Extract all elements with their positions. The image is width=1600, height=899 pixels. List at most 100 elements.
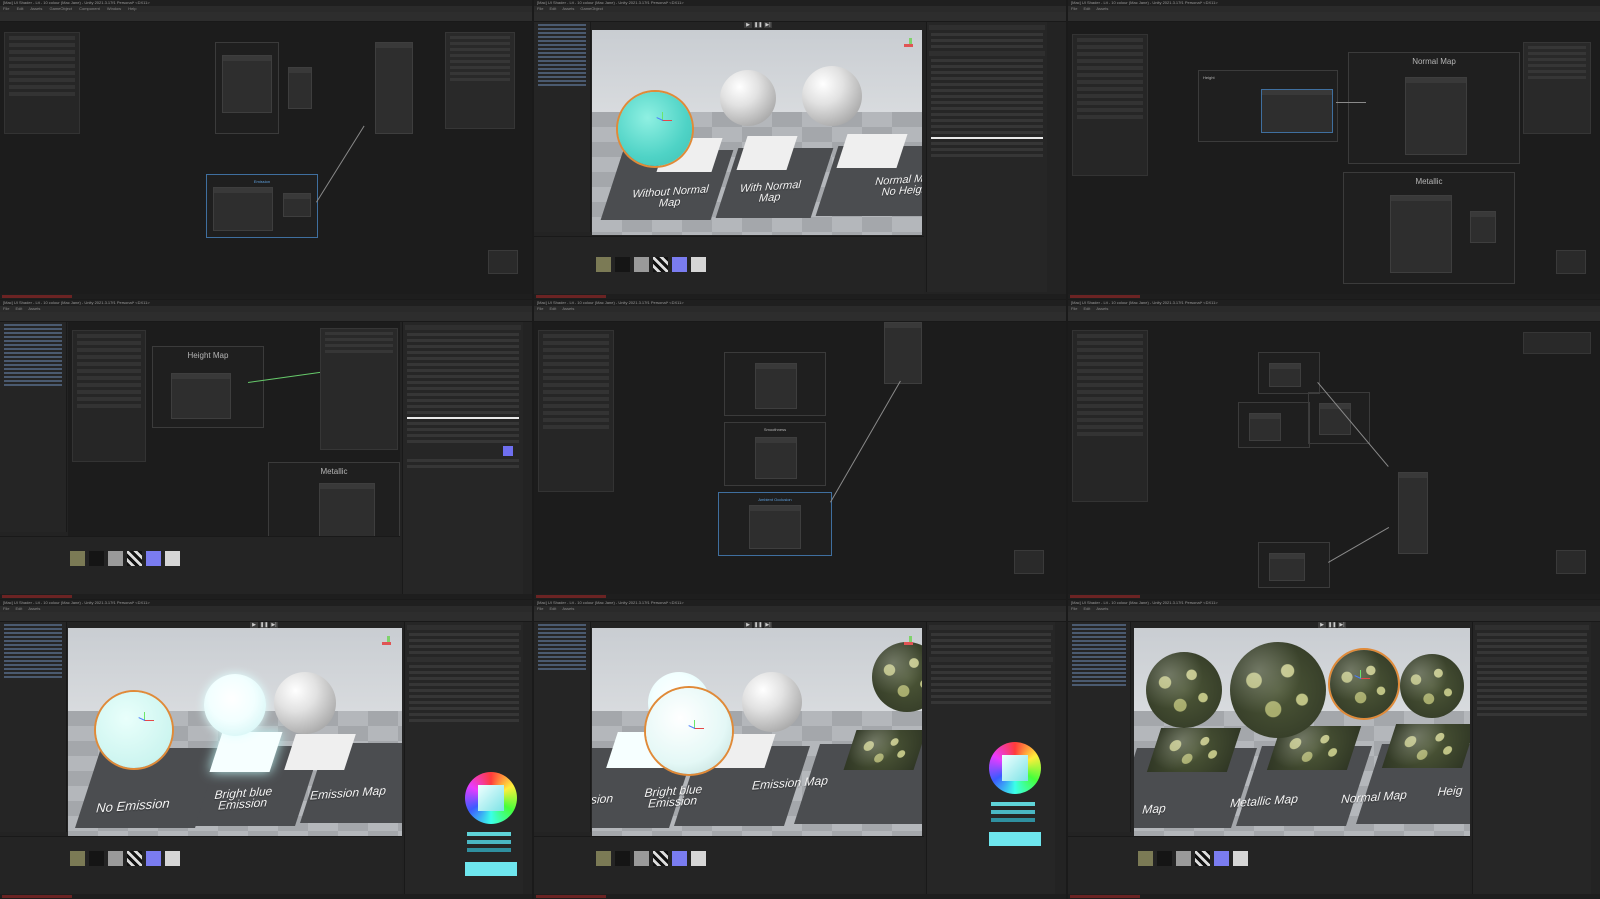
menu-gameobject[interactable]: GameObject (50, 6, 72, 11)
menu-edit[interactable]: Edit (17, 6, 24, 11)
shader-graph-canvas[interactable]: Height Map Metallic (68, 322, 400, 544)
project-panel[interactable] (534, 236, 924, 295)
graph-inspector[interactable] (320, 328, 398, 450)
scene-view[interactable]: sion Bright blue Emission Emission Map (592, 628, 922, 836)
scene-orientation-gizmo[interactable] (904, 636, 918, 650)
master-stack-node[interactable] (375, 42, 413, 134)
metallic-multiply-node[interactable] (1470, 211, 1496, 243)
sphere-camo-metallic[interactable] (1230, 642, 1326, 738)
color-slider[interactable] (467, 840, 511, 844)
graph-node[interactable] (1319, 403, 1351, 435)
gizmo-icon[interactable] (688, 720, 704, 734)
graph-group-height-map[interactable]: Height Map (152, 346, 264, 428)
normal-map-sample-node[interactable] (1405, 77, 1467, 155)
inspector-panel[interactable] (1472, 622, 1591, 894)
color-slider[interactable] (991, 802, 1035, 806)
color-slider[interactable] (991, 818, 1035, 822)
menu-assets[interactable]: Assets (30, 6, 42, 11)
texture-thumb[interactable] (634, 257, 649, 272)
shader-graph-canvas[interactable] (1068, 322, 1600, 594)
graph-group[interactable] (1238, 402, 1310, 448)
gizmo-icon[interactable] (138, 712, 154, 726)
hierarchy-panel[interactable] (0, 622, 67, 832)
graph-group-smoothness[interactable]: Smoothness (724, 422, 826, 486)
step-icon[interactable]: ▶| (764, 22, 772, 28)
color-wheel-icon[interactable] (989, 742, 1041, 794)
color-swatches[interactable] (989, 832, 1041, 846)
sphere-camo[interactable] (1146, 652, 1222, 728)
texture-thumb[interactable] (70, 851, 85, 866)
color-slider[interactable] (991, 810, 1035, 814)
color-slider[interactable] (467, 832, 511, 836)
hierarchy-panel[interactable] (534, 22, 591, 232)
texture-thumb[interactable] (108, 551, 123, 566)
texture-thumb[interactable] (1138, 851, 1153, 866)
scene-view[interactable]: Map Metallic Map Normal Map Heig (1134, 628, 1470, 836)
texture-thumb[interactable] (672, 257, 687, 272)
master-stack-node[interactable] (884, 322, 922, 384)
color-slider[interactable] (467, 848, 511, 852)
texture-thumb[interactable] (634, 851, 649, 866)
blackboard-panel[interactable] (538, 330, 614, 492)
texture-thumb[interactable] (165, 851, 180, 866)
graph-group-height[interactable]: Height (1198, 70, 1338, 142)
height-map-node[interactable] (171, 373, 231, 419)
texture-thumb[interactable] (108, 851, 123, 866)
texture-thumb[interactable] (615, 257, 630, 272)
shader-graph-canvas[interactable]: Smoothness Ambient Occlusion (534, 322, 1066, 594)
inspector-panel[interactable] (926, 22, 1047, 292)
texture-thumb[interactable] (127, 551, 142, 566)
texture-thumb[interactable] (1214, 851, 1229, 866)
texture-thumb[interactable] (165, 551, 180, 566)
sample-texture-node[interactable] (222, 55, 272, 113)
sphere-normal-height[interactable] (802, 66, 862, 126)
inspector-panel[interactable] (402, 322, 523, 594)
scene-view[interactable]: Without Normal Map With Normal Map Norma… (592, 30, 922, 235)
inspector-panel[interactable] (404, 622, 523, 894)
metallic-sample-node[interactable] (1390, 195, 1452, 273)
texture-thumb[interactable] (127, 851, 142, 866)
blackboard-panel[interactable] (1072, 34, 1148, 176)
menu-file[interactable]: File (3, 6, 9, 11)
shader-graph-canvas[interactable]: Emission (0, 22, 532, 294)
graph-group-ambient-occlusion-selected[interactable]: Ambient Occlusion (718, 492, 832, 556)
graph-node[interactable] (1269, 553, 1305, 581)
emission-texture-node[interactable] (213, 187, 273, 231)
project-panel[interactable] (534, 836, 924, 895)
texture-thumb[interactable] (1157, 851, 1172, 866)
gizmo-icon[interactable] (656, 112, 672, 126)
normal-from-height-node[interactable] (1261, 89, 1333, 133)
hierarchy-panel[interactable] (1068, 622, 1131, 832)
color-wheel-icon[interactable] (465, 772, 517, 824)
metallic-sample-node[interactable] (319, 483, 375, 537)
texture-thumb[interactable] (89, 551, 104, 566)
emission-multiply-node[interactable] (283, 193, 311, 217)
texture-thumb[interactable] (146, 851, 161, 866)
project-panel[interactable] (0, 536, 400, 595)
texture-thumb[interactable] (691, 257, 706, 272)
smoothness-node[interactable] (755, 437, 797, 479)
sphere-camo-normal[interactable] (1400, 654, 1464, 718)
graph-inspector[interactable] (445, 32, 515, 129)
blackboard-panel[interactable] (1072, 330, 1148, 502)
scene-orientation-gizmo[interactable] (904, 38, 918, 52)
shader-graph-canvas[interactable]: Height Normal Map Metallic (1068, 22, 1600, 294)
texture-thumb[interactable] (1176, 851, 1191, 866)
graph-node[interactable] (1269, 363, 1301, 387)
texture-thumb[interactable] (691, 851, 706, 866)
pause-icon[interactable]: ❚❚ (754, 22, 762, 28)
texture-thumb[interactable] (146, 551, 161, 566)
graph-group-smoothness[interactable] (215, 42, 279, 134)
texture-thumb[interactable] (89, 851, 104, 866)
texture-thumb[interactable] (596, 851, 611, 866)
scene-orientation-gizmo[interactable] (382, 636, 396, 650)
texture-thumb[interactable] (1195, 851, 1210, 866)
multiply-node[interactable] (288, 67, 312, 109)
graph-inspector[interactable] (1523, 332, 1591, 354)
project-panel[interactable] (1068, 836, 1470, 895)
sphere-camo[interactable] (872, 642, 922, 712)
graph-group-albedo[interactable] (724, 352, 826, 416)
graph-group[interactable] (1258, 542, 1330, 588)
blackboard-panel[interactable] (4, 32, 80, 134)
graph-node[interactable] (1249, 413, 1281, 441)
